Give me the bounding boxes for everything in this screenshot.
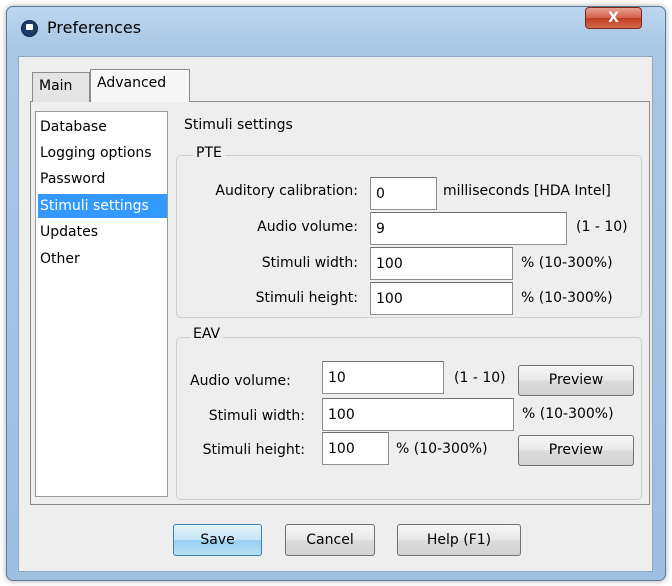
nav-item-logging-options[interactable]: Logging options (38, 141, 167, 165)
stimuli-settings-title: Stimuli settings (184, 117, 293, 133)
eav-audio-volume-label: Audio volume: (190, 373, 291, 389)
pte-stimuli-height-input[interactable] (370, 282, 513, 315)
pte-auditory-calibration-unit: milliseconds [HDA Intel] (443, 183, 611, 199)
eav-audio-volume-range: (1 - 10) (454, 370, 506, 386)
nav-item-updates[interactable]: Updates (38, 220, 167, 244)
tab-advanced-label: Advanced (97, 75, 167, 91)
pte-auditory-calibration-label: Auditory calibration: (215, 183, 358, 199)
eav-group-title: EAV (190, 326, 224, 342)
pte-stimuli-width-range: % (10-300%) (521, 255, 613, 271)
pte-auditory-calibration-input[interactable] (370, 177, 437, 210)
pte-stimuli-height-label: Stimuli height: (255, 290, 358, 306)
tab-main-label: Main (39, 78, 73, 94)
tab-main[interactable]: Main (32, 72, 90, 102)
nav-item-password[interactable]: Password (38, 167, 167, 191)
eav-stimuli-width-input[interactable] (322, 398, 514, 431)
eav-stimuli-height-range: % (10-300%) (396, 441, 488, 457)
app-icon (21, 20, 38, 37)
eav-stimuli-width-label: Stimuli width: (208, 408, 305, 424)
eav-stimuli-height-input[interactable] (322, 432, 389, 465)
window-title: Preferences (47, 18, 142, 37)
tab-advanced[interactable]: Advanced (90, 69, 190, 102)
pte-stimuli-width-input[interactable] (370, 247, 513, 280)
pte-group-title: PTE (193, 145, 225, 161)
pte-audio-volume-range: (1 - 10) (576, 219, 628, 235)
pte-audio-volume-label: Audio volume: (257, 219, 358, 235)
eav-audio-volume-input[interactable] (322, 361, 444, 394)
pte-audio-volume-input[interactable] (370, 212, 567, 245)
nav-item-other[interactable]: Other (38, 247, 167, 271)
eav-stimuli-width-range: % (10-300%) (522, 406, 614, 422)
eav-stimuli-preview-button[interactable]: Preview (518, 435, 634, 466)
settings-category-list: Database Logging options Password Stimul… (35, 111, 168, 497)
nav-item-database[interactable]: Database (38, 115, 167, 139)
pte-stimuli-height-range: % (10-300%) (521, 290, 613, 306)
help-button[interactable]: Help (F1) (397, 524, 521, 556)
cancel-button[interactable]: Cancel (285, 524, 375, 556)
eav-audio-preview-button[interactable]: Preview (518, 365, 634, 396)
eav-stimuli-height-label: Stimuli height: (202, 442, 305, 458)
save-button[interactable]: Save (173, 524, 262, 556)
close-button[interactable]: X (585, 7, 642, 29)
pte-stimuli-width-label: Stimuli width: (261, 255, 358, 271)
nav-item-stimuli-settings[interactable]: Stimuli settings (38, 194, 167, 218)
